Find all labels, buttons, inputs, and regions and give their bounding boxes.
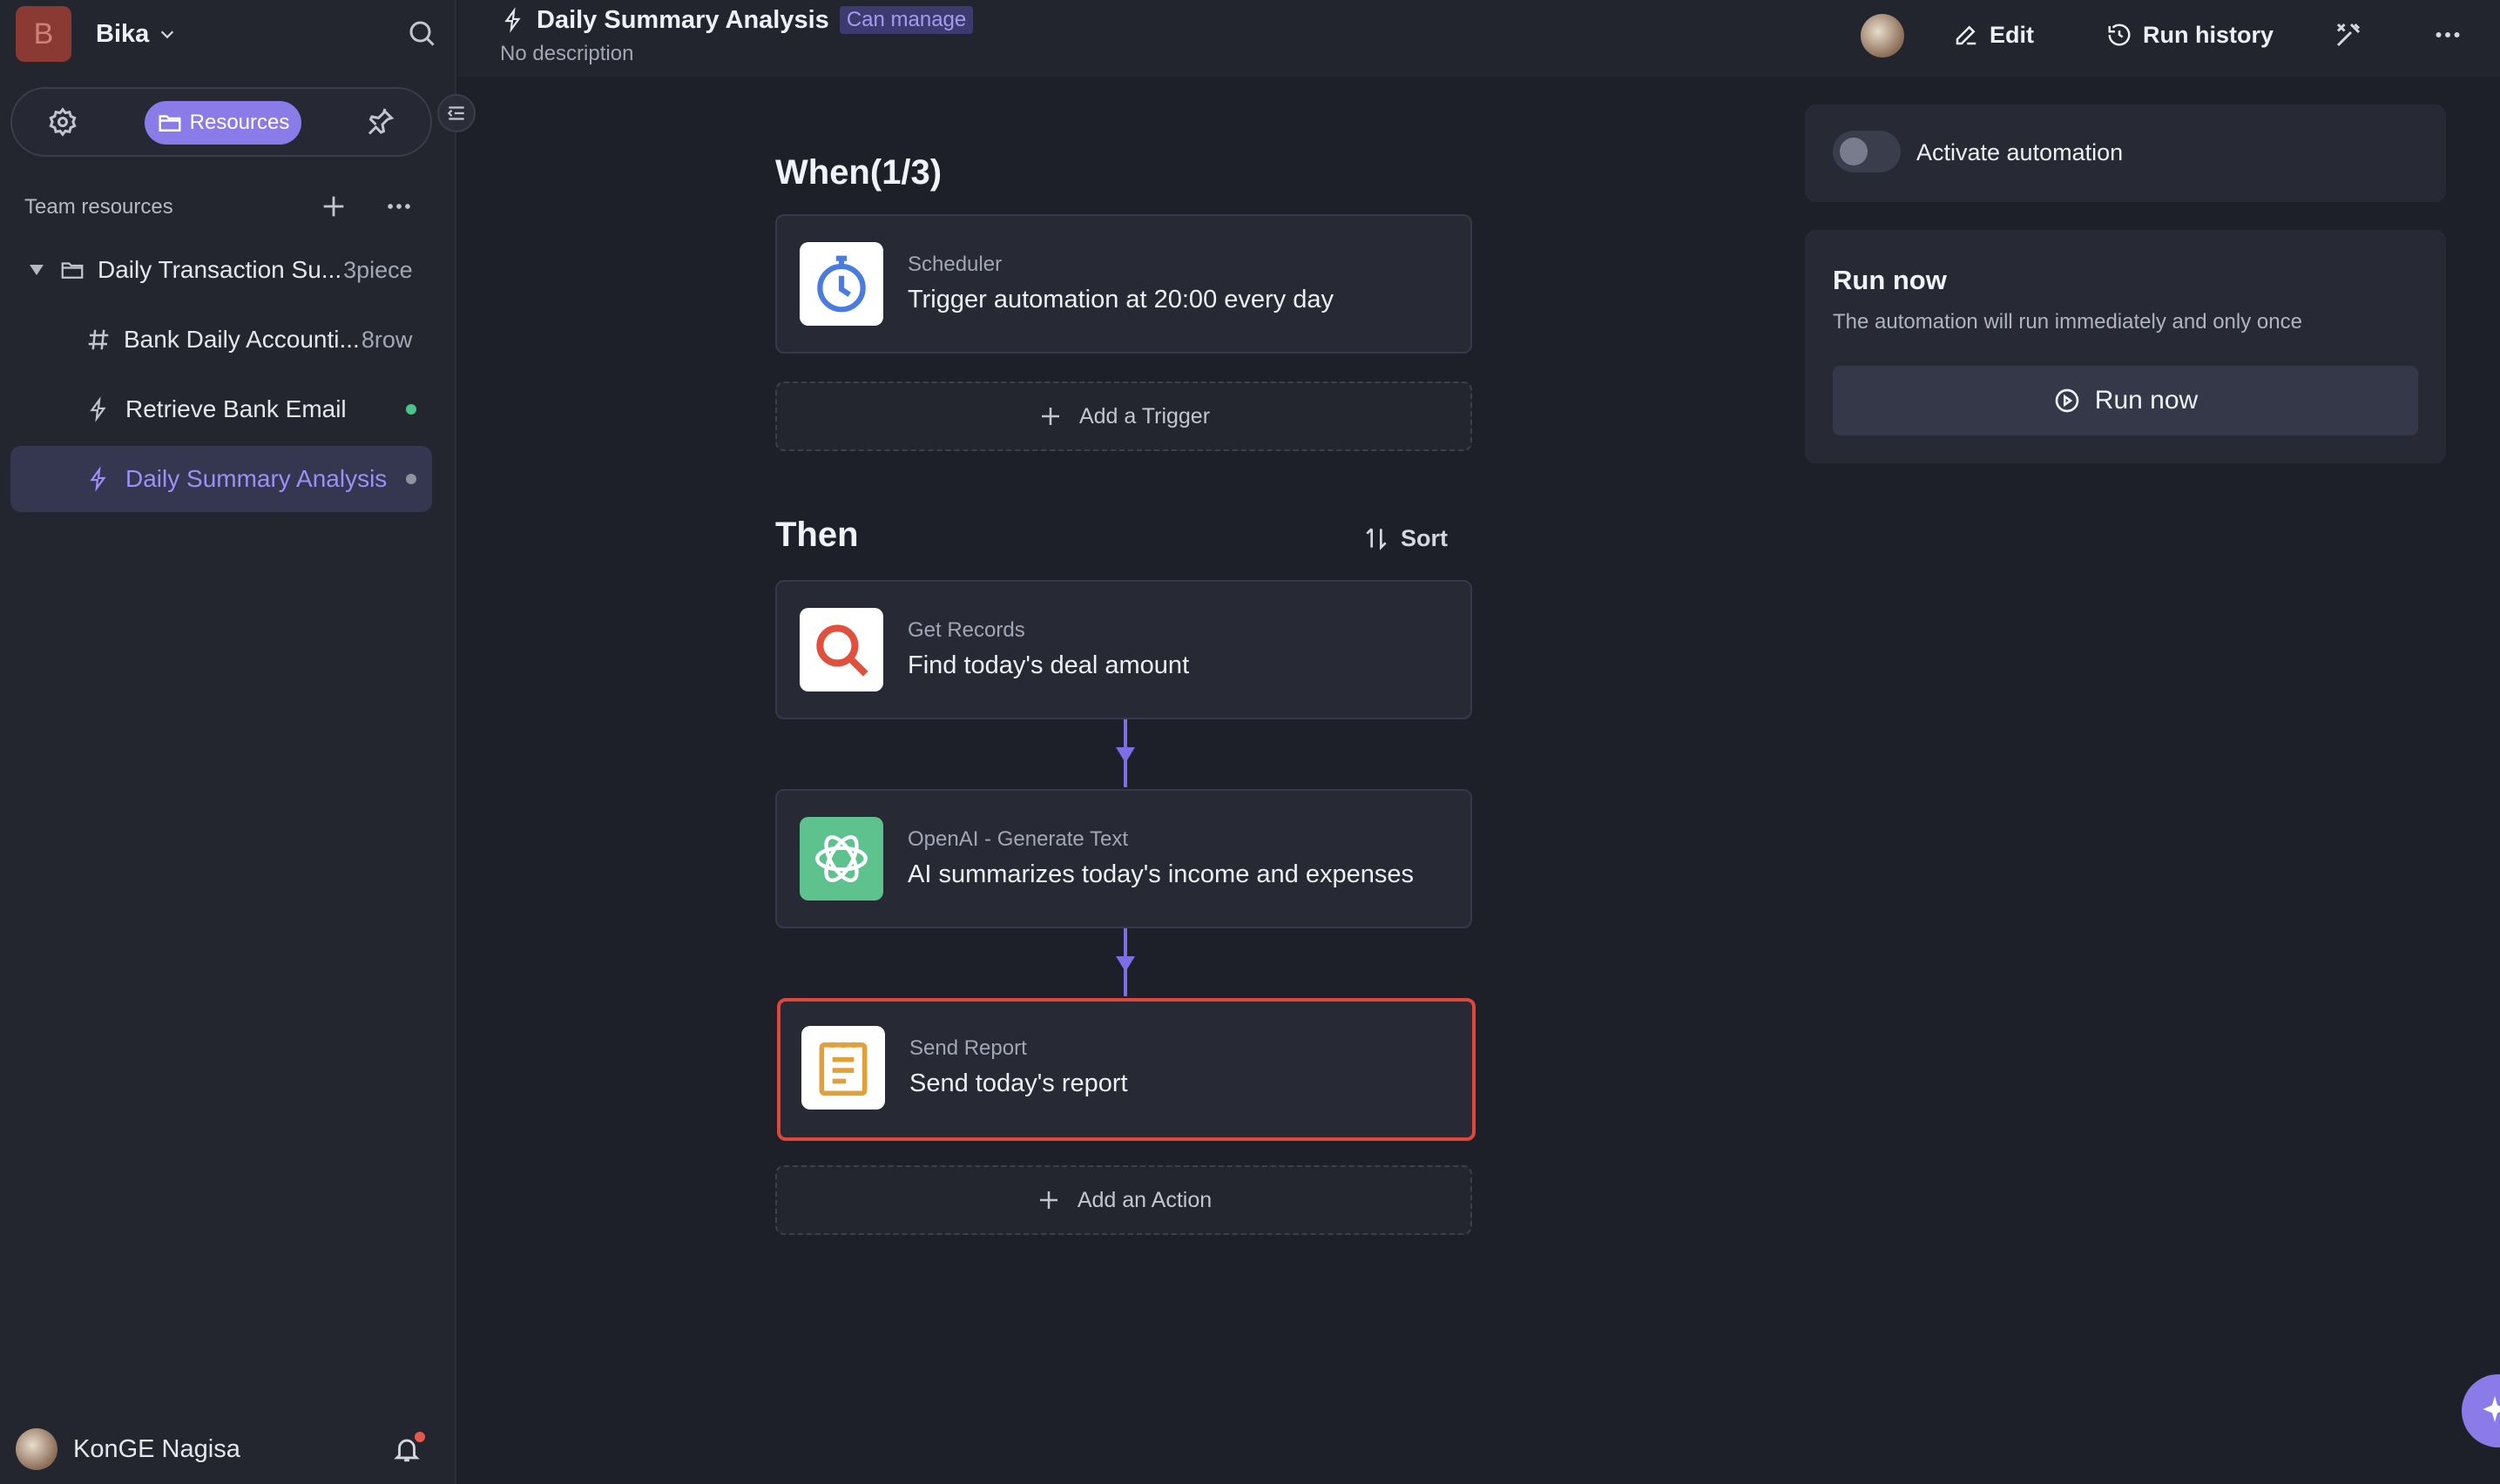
pencil-icon — [1956, 25, 1976, 45]
activate-panel: Activate automation — [1805, 105, 2446, 202]
trigger-card[interactable]: Scheduler Trigger automation at 20:00 ev… — [775, 214, 1472, 354]
when-section-title: When(1/3) — [775, 153, 943, 192]
add-trigger-label: Add a Trigger — [1078, 403, 1211, 428]
pin-icon[interactable] — [364, 106, 395, 138]
action-kind: OpenAI - Generate Text — [908, 827, 1129, 851]
tree-item-label: Bank Daily Accounti... — [124, 326, 360, 353]
tree-item-folder[interactable]: Daily Transaction Su... 3piece — [10, 237, 432, 303]
run-now-subtitle: The automation will run immediately and … — [1833, 310, 2302, 334]
sort-button[interactable]: Sort — [1362, 521, 1448, 556]
folder-icon — [159, 115, 181, 132]
user-profile[interactable]: KonGE Nagisa — [16, 1425, 434, 1474]
sort-icon — [1366, 528, 1387, 550]
run-now-panel: Run now The automation will run immediat… — [1805, 230, 2446, 463]
trigger-description: Trigger automation at 20:00 every day — [908, 286, 1334, 314]
magnifier-icon — [800, 608, 883, 691]
tree-item-label: Daily Transaction Su... — [98, 256, 342, 283]
run-history-button[interactable]: Run history — [2106, 17, 2274, 52]
action-card-send-report[interactable]: Send Report Send today's report — [777, 998, 1476, 1141]
edit-button-label: Edit — [1990, 21, 2034, 48]
plus-icon — [1039, 1191, 1057, 1209]
avatar[interactable] — [1861, 14, 1904, 57]
collapse-sidebar-button[interactable] — [437, 94, 476, 132]
report-icon — [801, 1026, 885, 1110]
run-now-title: Run now — [1833, 265, 1947, 295]
action-card-openai[interactable]: OpenAI - Generate Text AI summarizes tod… — [775, 789, 1472, 928]
caret-down-icon — [30, 265, 44, 275]
plus-icon[interactable] — [319, 192, 348, 221]
tree-item-label: Retrieve Bank Email — [125, 395, 347, 422]
tree-item-automation[interactable]: Retrieve Bank Email — [10, 376, 432, 442]
action-card-get-records[interactable]: Get Records Find today's deal amount — [775, 580, 1472, 719]
plus-icon — [1041, 408, 1059, 425]
lightning-icon — [504, 7, 521, 33]
action-kind: Send Report — [909, 1036, 1027, 1060]
action-description: Find today's deal amount — [908, 651, 1190, 679]
lightning-icon — [90, 396, 106, 422]
tree-item-meta: 8row — [361, 326, 413, 353]
toggle-knob — [1840, 138, 1868, 165]
team-resources-header: Team resources — [24, 192, 410, 223]
chevron-down-icon — [161, 30, 174, 39]
notification-badge — [415, 1432, 425, 1442]
workspace-name: Bika — [96, 19, 150, 48]
tree-item-meta: 3piece — [343, 256, 413, 283]
status-dot-active — [406, 404, 416, 415]
activate-label: Activate automation — [1916, 139, 2124, 165]
avatar — [16, 1428, 57, 1470]
flow-arrow-icon — [1116, 747, 1135, 763]
tree-item-label: Daily Summary Analysis — [125, 465, 388, 492]
run-now-button[interactable]: Run now — [1833, 366, 2418, 435]
more-icon[interactable] — [383, 192, 415, 221]
then-section-title: Then — [775, 516, 859, 554]
search-icon[interactable] — [406, 17, 437, 49]
sidebar-tab-switcher: Resources — [10, 87, 432, 157]
folder-icon — [61, 262, 84, 279]
run-now-button-label: Run now — [2094, 386, 2199, 415]
ai-assistant-button[interactable] — [2462, 1374, 2500, 1447]
page-title-row: Daily Summary Analysis Can manage — [502, 5, 974, 35]
edit-button[interactable]: Edit — [1953, 17, 2034, 52]
trigger-kind: Scheduler — [908, 253, 1003, 276]
tab-resources[interactable]: Resources — [145, 101, 301, 145]
add-action-button[interactable]: Add an Action — [775, 1165, 1472, 1235]
flow-arrow-icon — [1116, 956, 1135, 972]
page-header: Daily Summary Analysis Can manage No des… — [458, 0, 2500, 77]
add-action-label: Add an Action — [1077, 1187, 1213, 1212]
app-root: B Bika Resources Team resources Daily Tr — [0, 0, 2500, 1484]
section-title: Team resources — [24, 195, 173, 219]
sparkle-icon — [2483, 1396, 2500, 1422]
workspace-switcher[interactable]: B Bika — [16, 5, 443, 63]
tab-resources-label: Resources — [189, 111, 290, 134]
action-description: AI summarizes today's income and expense… — [908, 860, 1414, 888]
more-icon[interactable] — [2432, 19, 2463, 51]
tree-item-table[interactable]: Bank Daily Accounti... 8row — [10, 307, 432, 373]
activate-toggle[interactable] — [1833, 131, 1901, 172]
add-trigger-button[interactable]: Add a Trigger — [775, 381, 1472, 451]
lightning-icon — [90, 466, 106, 492]
user-name: KonGE Nagisa — [73, 1434, 240, 1463]
permission-badge: Can manage — [839, 6, 974, 34]
openai-icon — [800, 817, 883, 901]
action-kind: Get Records — [908, 618, 1025, 642]
stopwatch-icon — [800, 242, 883, 326]
history-icon — [2108, 24, 2131, 46]
run-history-label: Run history — [2143, 21, 2274, 48]
action-description: Send today's report — [909, 1069, 1128, 1097]
gear-icon[interactable] — [47, 106, 78, 138]
page-description[interactable]: No description — [500, 42, 633, 66]
sort-label: Sort — [1401, 524, 1448, 551]
tools-icon[interactable] — [2333, 19, 2364, 51]
page-title: Daily Summary Analysis — [537, 5, 829, 34]
hash-icon — [88, 329, 109, 350]
collapse-icon — [447, 106, 464, 120]
tree-item-automation-selected[interactable]: Daily Summary Analysis — [10, 446, 432, 512]
status-dot-inactive — [406, 474, 416, 484]
sidebar: B Bika Resources Team resources Daily Tr — [0, 0, 476, 1484]
play-circle-icon — [2055, 388, 2079, 413]
workspace-avatar: B — [16, 6, 71, 62]
